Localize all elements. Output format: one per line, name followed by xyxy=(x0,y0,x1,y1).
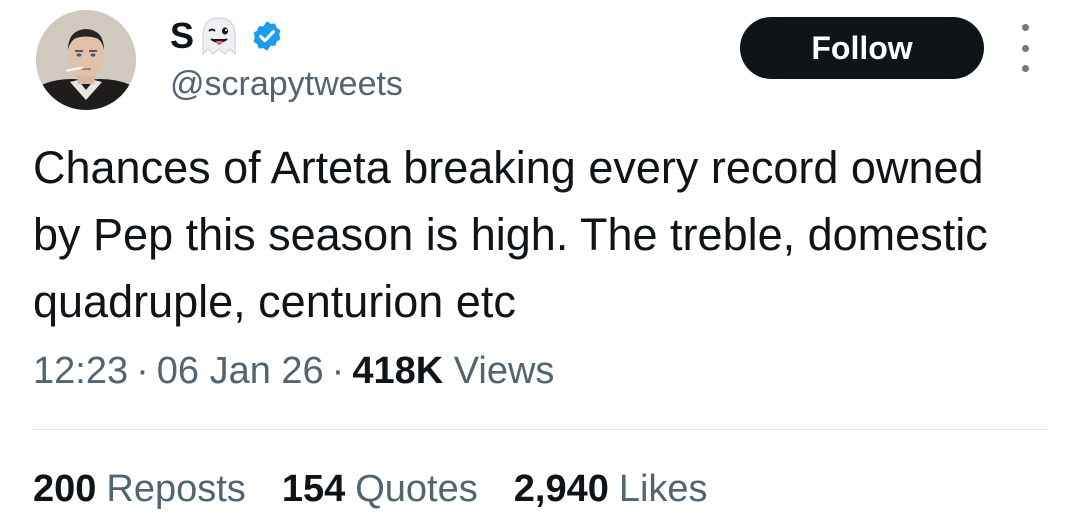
follow-button[interactable]: Follow xyxy=(740,17,984,79)
meta-separator: · xyxy=(331,350,345,392)
display-name[interactable]: S xyxy=(170,14,194,58)
verified-badge-icon[interactable] xyxy=(250,19,284,53)
quotes-count: 154 xyxy=(281,468,346,510)
more-vertical-icon-dot xyxy=(1021,44,1029,52)
quotes-label: Quotes xyxy=(355,468,478,510)
tweet-text: Chances of Arteta breaking every record … xyxy=(33,142,988,327)
divider xyxy=(33,429,1047,430)
more-vertical-icon-dot xyxy=(1021,65,1029,72)
ghost-tongue-emoji-icon xyxy=(198,14,240,58)
meta-separator: · xyxy=(136,350,149,392)
reposts-stat[interactable]: 200 Reposts xyxy=(33,464,246,514)
likes-stat[interactable]: 2,940 Likes xyxy=(514,464,708,514)
quotes-stat[interactable]: 154 Quotes xyxy=(282,464,478,514)
avatar[interactable] xyxy=(36,10,136,110)
more-vertical-icon xyxy=(1021,24,1029,31)
more-options-button[interactable] xyxy=(1010,24,1040,72)
profile-photo xyxy=(36,10,136,110)
engagement-stats: 200 Reposts 154 Quotes 2,940 Likes xyxy=(33,464,744,514)
views-label: Views xyxy=(453,350,555,392)
views-count: 418K xyxy=(352,350,444,392)
tweet-meta: 12:23 · 06 Jan 26 · 418K Views xyxy=(33,346,554,396)
likes-count: 2,940 xyxy=(513,468,609,510)
likes-label: Likes xyxy=(618,468,708,510)
reposts-label: Reposts xyxy=(106,468,246,510)
tweet-time[interactable]: 12:23 xyxy=(33,350,128,392)
author-handle[interactable]: @scrapytweets xyxy=(170,62,403,106)
author-name-row: S xyxy=(170,14,284,58)
reposts-count: 200 xyxy=(33,468,97,510)
tweet-date[interactable]: 06 Jan 26 xyxy=(157,350,324,392)
